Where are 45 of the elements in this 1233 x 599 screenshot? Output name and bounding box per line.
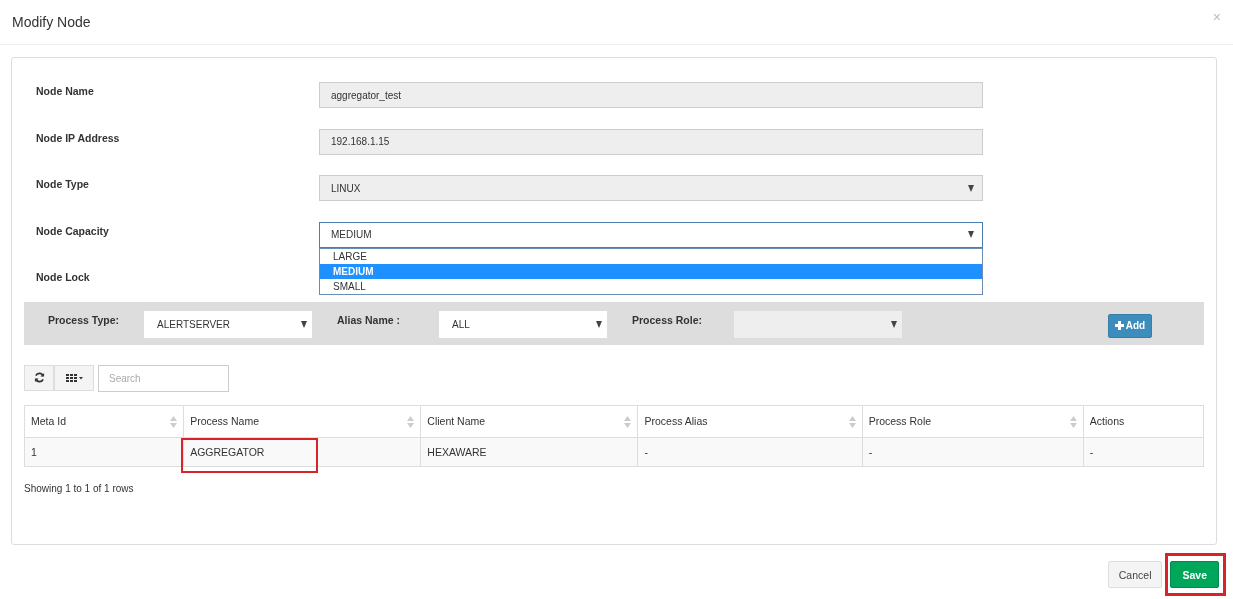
sort-icon [848,415,856,428]
column-header[interactable]: Actions [1083,405,1204,437]
field-label: Node Name [35,84,95,99]
table-cell: AGGREGATOR [190,445,265,458]
column-header[interactable]: Client Name [420,405,638,437]
field-label: Node Capacity [35,223,110,239]
pagination-text: Showing 1 to 1 of 1 rows [24,482,134,494]
column-header[interactable]: Process Alias [638,405,863,437]
sort-icon [407,415,415,428]
column-header[interactable]: Process Name [183,405,421,437]
add-button[interactable]: Add [1108,313,1152,338]
select-field[interactable]: MEDIUM [319,221,983,248]
refresh-button[interactable] [24,364,54,391]
table-cell: - [644,445,648,458]
caret-icon [891,320,897,328]
refresh-icon [33,372,45,383]
filter-label: Process Role: [632,314,704,326]
caret-icon [596,320,602,328]
dialog-title: Modify Node [12,14,91,30]
dropdown-option[interactable]: LARGE [320,248,982,264]
caret-icon [968,231,974,238]
column-header[interactable]: Meta Id [24,405,184,437]
column-header[interactable]: Process Role [862,405,1084,437]
table-cell: HEXAWARE [427,445,487,458]
table-cell: - [1089,445,1094,458]
select-field[interactable]: ALL [439,310,607,338]
caret-icon [301,320,307,328]
columns-button[interactable] [54,364,94,391]
plus-icon [1114,321,1124,330]
sort-icon [624,415,632,428]
field-label: Node IP Address [35,130,121,146]
field-label: Node Lock [35,270,91,285]
search-field[interactable]: Search [98,364,229,392]
sort-icon [170,415,178,428]
caret-icon [968,184,974,192]
table-cell: - [868,445,873,458]
select-field[interactable]: ALERTSERVER [144,310,312,338]
grid-caret-icon [65,373,83,382]
filter-label: Process Type: [48,314,120,326]
cancel-button[interactable]: Cancel [1107,561,1163,588]
filter-label: Alias Name : [337,314,402,326]
field-label: Node Type [35,177,90,192]
table-cell: 1 [31,445,37,458]
dropdown-option[interactable]: SMALL [320,278,982,294]
sort-icon [1069,415,1077,428]
